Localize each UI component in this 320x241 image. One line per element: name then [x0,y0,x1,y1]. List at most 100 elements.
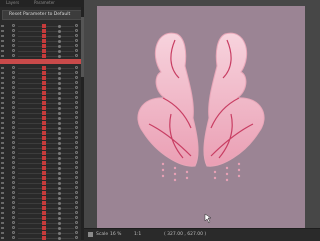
slider-track[interactable] [18,46,74,47]
keyform-right-icon[interactable] [75,76,78,79]
slider-track[interactable] [18,98,74,99]
slider-handle[interactable] [42,111,46,115]
slider-track[interactable] [18,223,74,224]
slider-handle[interactable] [42,191,46,195]
slider-handle[interactable] [42,34,46,38]
slider-handle[interactable] [42,166,46,170]
keyform-right-icon[interactable] [75,181,78,184]
keyform-left-icon[interactable] [12,186,15,189]
slider-handle[interactable] [42,206,46,210]
slider-handle[interactable] [42,136,46,140]
slider-handle[interactable] [42,186,46,190]
slider-handle[interactable] [42,106,46,110]
parameter-slider-row[interactable] [0,206,81,210]
keyform-right-icon[interactable] [75,186,78,189]
slider-track[interactable] [18,218,74,219]
slider-track[interactable] [18,36,74,37]
slider-handle[interactable] [42,101,46,105]
parameter-slider-row[interactable] [0,231,81,235]
slider-handle[interactable] [42,236,46,240]
tab-parameter[interactable]: Parameter [34,0,55,6]
keyform-right-icon[interactable] [75,121,78,124]
keyform-right-icon[interactable] [75,231,78,234]
slider-track[interactable] [18,78,74,79]
keyform-left-icon[interactable] [12,76,15,79]
slider-handle[interactable] [42,86,46,90]
keyform-right-icon[interactable] [75,171,78,174]
keyform-left-icon[interactable] [12,101,15,104]
keyform-right-icon[interactable] [75,81,78,84]
keyform-right-icon[interactable] [75,236,78,239]
slider-handle[interactable] [42,216,46,220]
keyform-left-icon[interactable] [12,24,15,27]
slider-handle[interactable] [42,71,46,75]
keyform-right-icon[interactable] [75,131,78,134]
slider-track[interactable] [18,213,74,214]
keyform-right-icon[interactable] [75,34,78,37]
parameter-slider-row[interactable] [0,166,81,170]
slider-handle[interactable] [42,49,46,53]
slider-handle[interactable] [42,76,46,80]
keyform-left-icon[interactable] [12,44,15,47]
slider-track[interactable] [18,128,74,129]
slider-track[interactable] [18,193,74,194]
keyform-left-icon[interactable] [12,231,15,234]
slider-track[interactable] [18,41,74,42]
parameter-slider-row[interactable] [0,101,81,105]
keyform-right-icon[interactable] [75,176,78,179]
slider-handle[interactable] [42,29,46,33]
slider-track[interactable] [18,153,74,154]
keyform-left-icon[interactable] [12,71,15,74]
keyform-right-icon[interactable] [75,44,78,47]
keyform-right-icon[interactable] [75,91,78,94]
parameter-slider-row[interactable] [0,156,81,160]
keyform-right-icon[interactable] [75,166,78,169]
parameter-slider-row[interactable] [0,161,81,165]
keyform-left-icon[interactable] [12,196,15,199]
slider-handle[interactable] [42,96,46,100]
slider-track[interactable] [18,108,74,109]
keyform-left-icon[interactable] [12,141,15,144]
keyform-left-icon[interactable] [12,206,15,209]
parameter-slider-row[interactable] [0,106,81,110]
keyform-right-icon[interactable] [75,71,78,74]
parameter-slider-row[interactable] [0,226,81,230]
keyform-left-icon[interactable] [12,201,15,204]
slider-handle[interactable] [42,116,46,120]
slider-handle[interactable] [42,54,46,58]
parameter-slider-row[interactable] [0,39,81,43]
parameter-slider-row[interactable] [0,211,81,215]
parameter-slider-row[interactable] [0,201,81,205]
keyform-left-icon[interactable] [12,156,15,159]
slider-handle[interactable] [42,81,46,85]
keyform-left-icon[interactable] [12,191,15,194]
parameter-slider-row[interactable] [0,24,81,28]
keyform-left-icon[interactable] [12,131,15,134]
parameter-slider-row[interactable] [0,171,81,175]
slider-handle[interactable] [42,39,46,43]
keyform-right-icon[interactable] [75,206,78,209]
slider-handle[interactable] [42,211,46,215]
slider-track[interactable] [18,103,74,104]
slider-track[interactable] [18,163,74,164]
slider-track[interactable] [18,168,74,169]
keyform-left-icon[interactable] [12,176,15,179]
keyform-left-icon[interactable] [12,39,15,42]
slider-handle[interactable] [42,221,46,225]
parameter-slider-row[interactable] [0,181,81,185]
parameter-slider-row[interactable] [0,34,81,38]
parameter-slider-row[interactable] [0,176,81,180]
slider-track[interactable] [18,148,74,149]
parameter-slider-row[interactable] [0,111,81,115]
slider-track[interactable] [18,31,74,32]
parameter-slider-row[interactable] [0,91,81,95]
parameter-slider-row[interactable] [0,71,81,75]
keyform-left-icon[interactable] [12,121,15,124]
keyform-left-icon[interactable] [12,221,15,224]
slider-track[interactable] [18,118,74,119]
parameter-slider-row[interactable] [0,191,81,195]
keyform-left-icon[interactable] [12,66,15,69]
parameter-slider-row[interactable] [0,126,81,130]
slider-handle[interactable] [42,226,46,230]
parameter-slider-row[interactable] [0,54,81,58]
